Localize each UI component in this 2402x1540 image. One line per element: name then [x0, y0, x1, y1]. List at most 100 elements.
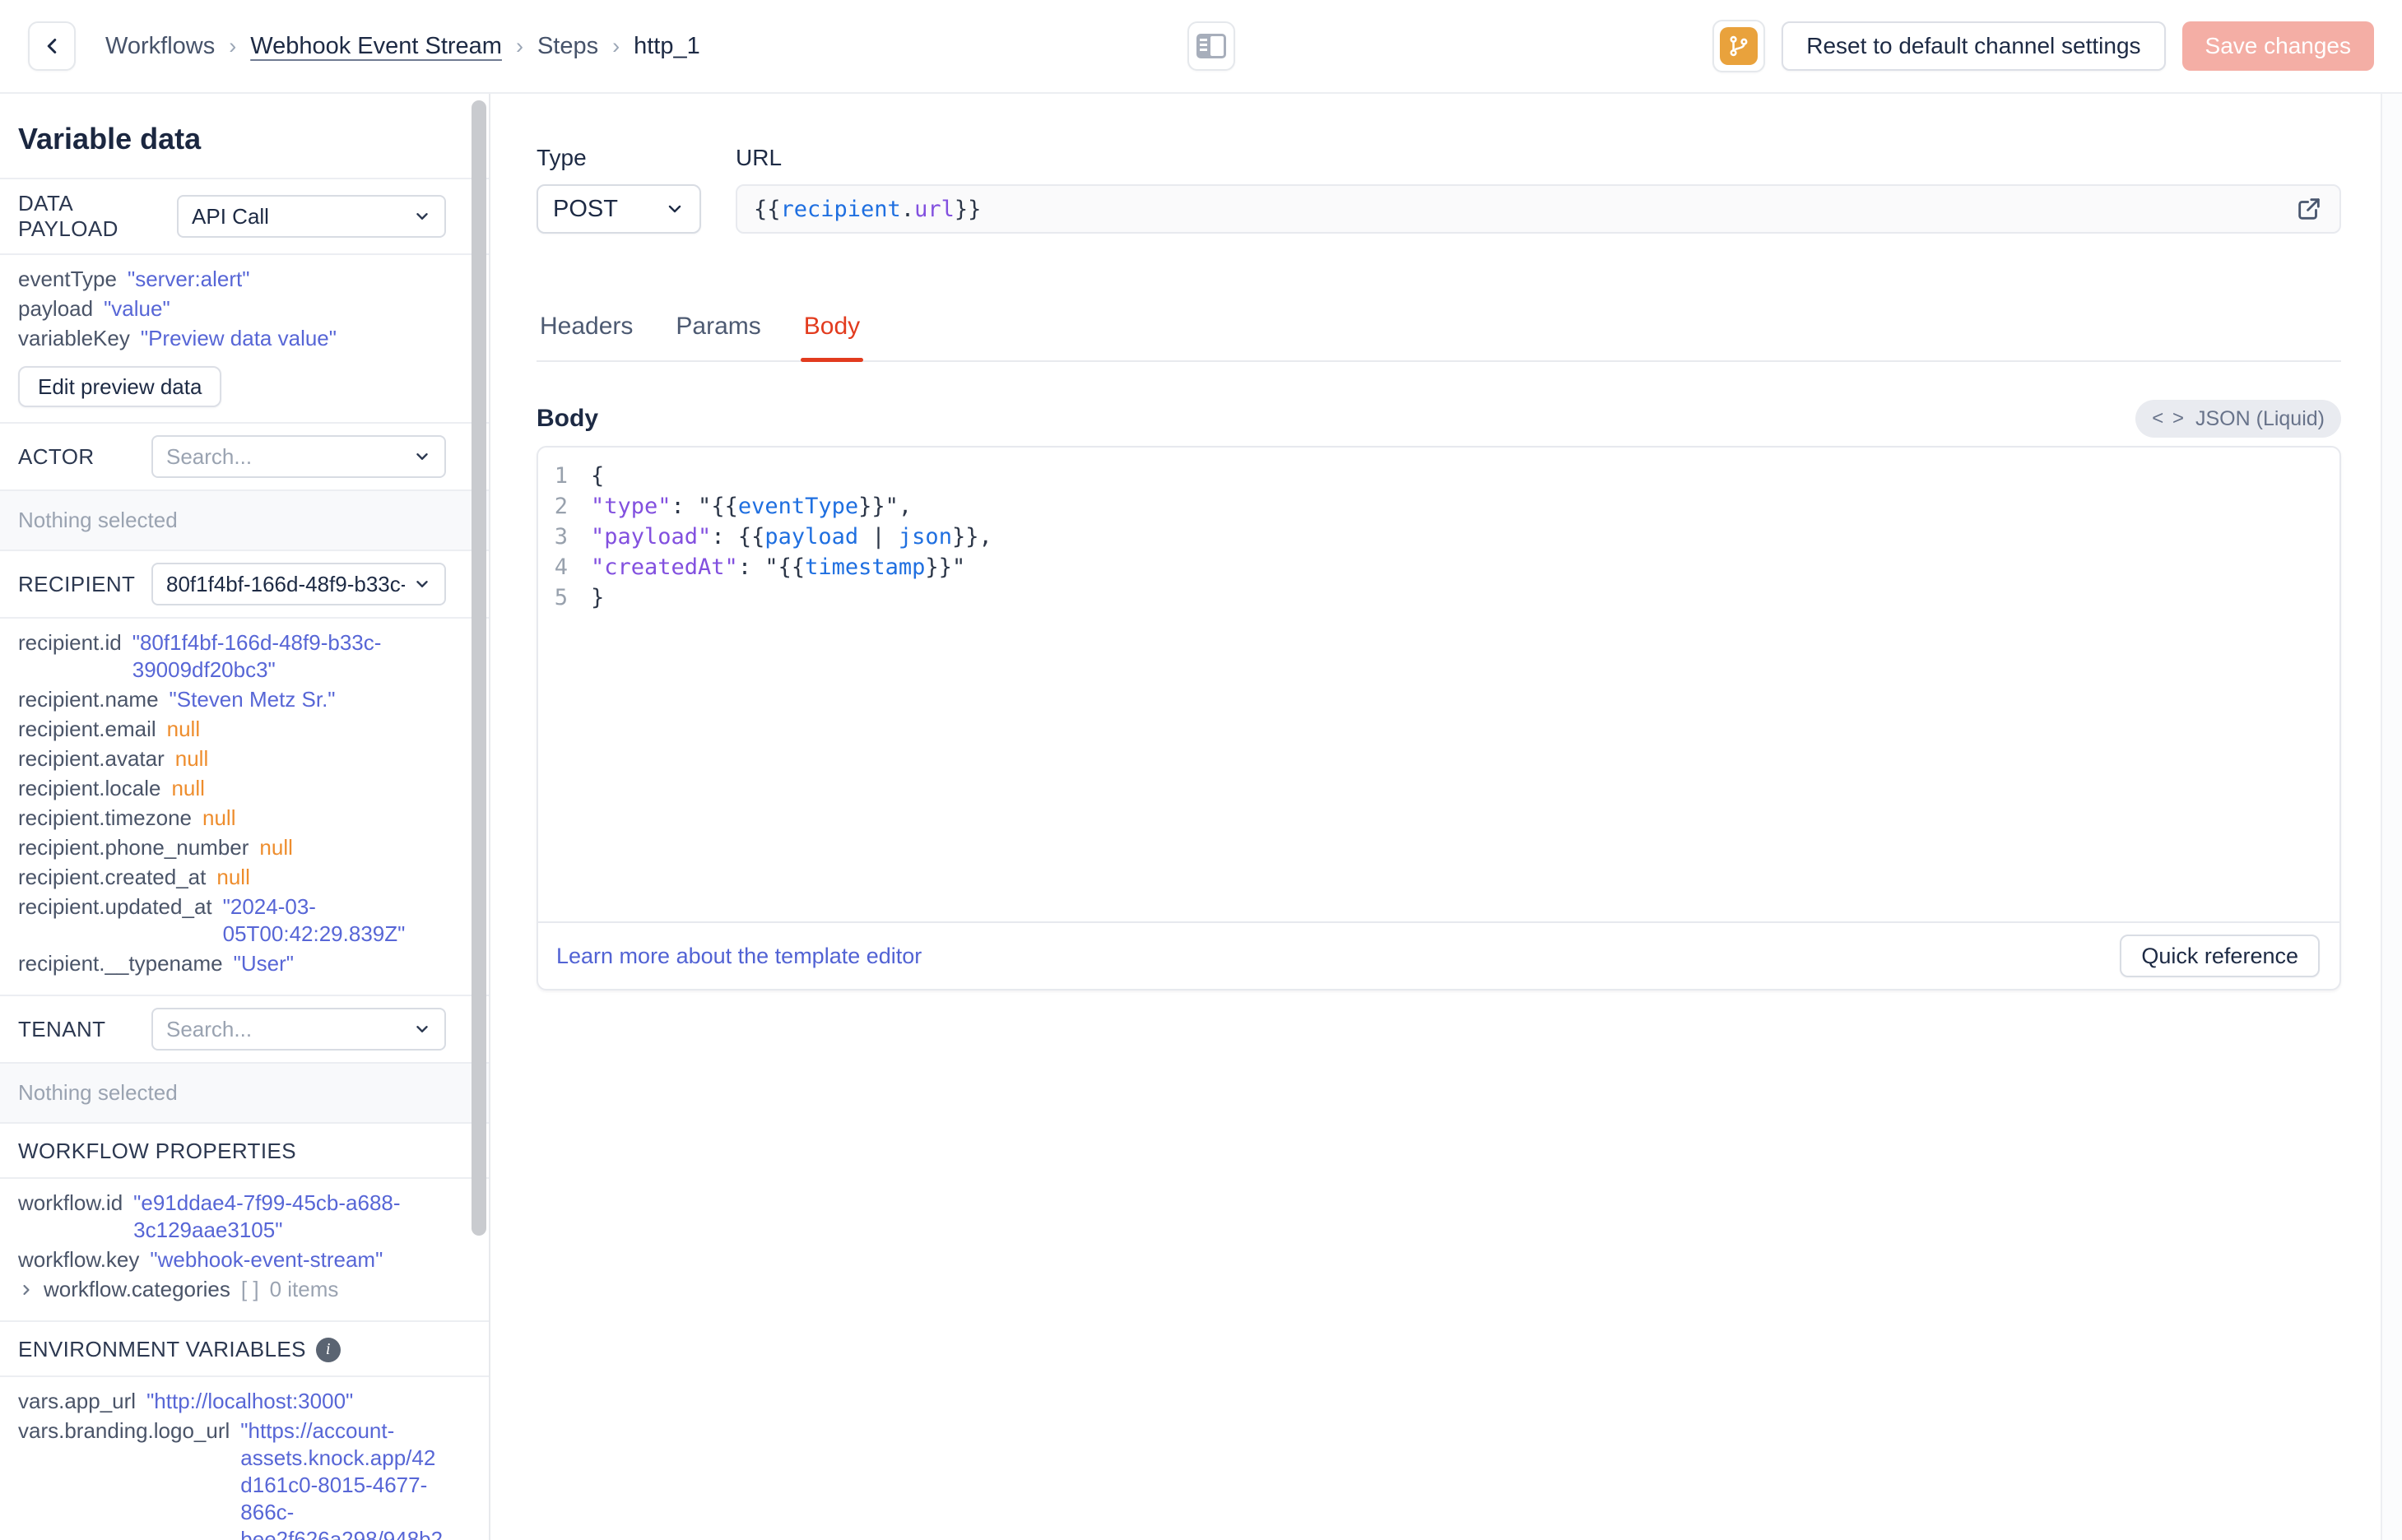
actor-empty-state: Nothing selected [0, 491, 489, 551]
kv-key: recipient.created_at [18, 865, 207, 889]
kv-key: workflow.id [18, 1190, 123, 1215]
sidebar-toggle-button[interactable] [1187, 21, 1235, 71]
kv-row: payload "value" [18, 295, 446, 322]
kv-value: "User" [233, 951, 294, 976]
commit-changes-button[interactable] [1712, 20, 1766, 72]
kv-row: variableKey "Preview data value" [18, 325, 446, 352]
http-method-selected: POST [553, 195, 618, 222]
breadcrumb: Workflows › Webhook Event Stream › Steps… [105, 33, 700, 60]
recipient-fields-section: recipient.id "80f1f4bf-166d-48f9-b33c-39… [0, 619, 489, 996]
payload-fields-list: eventType "server:alert" payload "value"… [18, 266, 446, 352]
http-method-select[interactable]: POST [537, 184, 701, 234]
tab-params[interactable]: Params [672, 313, 764, 360]
line-number: 2 [554, 494, 568, 519]
topbar-actions: Reset to default channel settings Save c… [1712, 20, 2374, 72]
kv-value: "webhook-event-stream" [150, 1247, 383, 1272]
git-branch-icon [1727, 35, 1750, 58]
info-icon[interactable]: i [315, 1337, 341, 1362]
line-number: 3 [554, 524, 568, 550]
payload-fields-section: eventType "server:alert" payload "value"… [0, 255, 489, 424]
line-number: 5 [554, 585, 568, 610]
kv-value: "80f1f4bf-166d-48f9-b33c-39009df20bc3" [132, 630, 382, 682]
kv-key: recipient.__typename [18, 951, 223, 976]
kv-row: workflow.id "e91ddae4-7f99-45cb-a688-3c1… [18, 1190, 446, 1244]
kv-value: "Preview data value" [140, 326, 337, 350]
kv-row: workflow.key "webhook-event-stream" [18, 1246, 446, 1273]
variable-data-sidebar: Variable data DATA PAYLOAD API Call even… [0, 94, 490, 1540]
language-badge-label: JSON (Liquid) [2195, 406, 2325, 430]
url-input[interactable]: {{recipient.url}} [736, 184, 2341, 234]
tab-body[interactable]: Body [800, 313, 864, 362]
body-editor-section: Body < > JSON (Liquid) 1 {2 "type": "{{… [537, 400, 2341, 990]
kv-key: recipient.phone_number [18, 835, 249, 860]
code-line: 2 "type": "{{eventType}}", [538, 491, 2339, 522]
type-label: Type [537, 145, 587, 170]
actor-label: ACTOR [18, 443, 95, 469]
environment-variables-header-section: ENVIRONMENT VARIABLES i [0, 1322, 489, 1377]
url-label: URL [736, 145, 783, 170]
caret-right-icon [18, 1282, 35, 1298]
breadcrumb-workflow-name[interactable]: Webhook Event Stream [250, 33, 502, 60]
workflow-fields-list: workflow.id "e91ddae4-7f99-45cb-a688-3c1… [18, 1190, 446, 1273]
kv-key: vars.app_url [18, 1389, 137, 1413]
reset-channel-settings-button[interactable]: Reset to default channel settings [1782, 21, 2166, 71]
kv-value: "http://localhost:3000" [146, 1389, 354, 1413]
kv-key: recipient.locale [18, 776, 161, 800]
main-scroll-gutter[interactable] [2382, 94, 2402, 1540]
kv-key: recipient.timezone [18, 805, 192, 830]
sidebar-scrollbar-thumb[interactable] [472, 100, 486, 1236]
breadcrumb-separator: › [229, 33, 237, 58]
kv-key: recipient.email [18, 717, 156, 741]
kv-row: vars.branding.logo_url "https://account-… [18, 1417, 446, 1540]
body-heading: Body [537, 405, 598, 432]
page-layout: Variable data DATA PAYLOAD API Call even… [0, 94, 2402, 1540]
workflow-fields-section: workflow.id "e91ddae4-7f99-45cb-a688-3c1… [0, 1179, 489, 1322]
save-changes-button[interactable]: Save changes [2181, 21, 2374, 71]
kv-row: recipient.timezone null [18, 805, 446, 832]
actor-search-select[interactable]: Search... [151, 435, 446, 478]
language-badge: < > JSON (Liquid) [2135, 400, 2341, 438]
recipient-select[interactable]: 80f1f4bf-166d-48f9-b33c-39009df20bc3 [151, 563, 446, 605]
kv-value: null [216, 865, 250, 889]
uncommitted-changes-badge [1720, 27, 1759, 65]
code-icon: < > [2152, 407, 2186, 429]
env-fields-list: vars.app_url "http://localhost:3000" var… [18, 1388, 446, 1540]
chevron-down-icon [413, 207, 431, 225]
line-number: 1 [554, 463, 568, 489]
kv-row: recipient.avatar null [18, 745, 446, 772]
code-line: 5 } [538, 582, 2339, 613]
breadcrumb-separator: › [515, 33, 523, 58]
kv-value: "e91ddae4-7f99-45cb-a688-3c129aae3105" [133, 1190, 401, 1242]
learn-more-link[interactable]: Learn more about the template editor [556, 944, 922, 969]
breadcrumb-workflows[interactable]: Workflows [105, 33, 215, 60]
data-payload-row: DATA PAYLOAD API Call [0, 179, 489, 255]
chevron-down-icon [665, 199, 685, 219]
workflow-properties-header: WORKFLOW PROPERTIES [18, 1139, 296, 1163]
code-text: } [591, 585, 605, 610]
url-value: {{recipient.url}} [754, 196, 982, 222]
external-link-icon[interactable] [2295, 195, 2323, 223]
kv-value: null [174, 746, 209, 771]
step-editor-main: Type POST URL {{recipient.url}} Headers … [490, 94, 2402, 1540]
kv-value: "value" [104, 296, 170, 321]
recipient-selected: 80f1f4bf-166d-48f9-b33c-39009df20bc3 [166, 571, 405, 596]
quick-reference-button[interactable]: Quick reference [2120, 935, 2320, 977]
tenant-search-placeholder: Search... [166, 1016, 253, 1041]
edit-preview-data-button[interactable]: Edit preview data [18, 366, 222, 407]
back-button[interactable] [28, 21, 76, 71]
tenant-search-select[interactable]: Search... [151, 1008, 446, 1051]
chevron-down-icon [413, 448, 431, 466]
workflow-categories-row[interactable]: workflow.categories [ ] 0 items [18, 1276, 446, 1303]
kv-row: recipient.phone_number null [18, 834, 446, 861]
item-count: 0 items [269, 1277, 339, 1301]
tenant-row: TENANT Search... [0, 996, 489, 1064]
tab-headers[interactable]: Headers [537, 313, 636, 360]
data-payload-select[interactable]: API Call [177, 195, 446, 238]
kv-row: recipient.locale null [18, 775, 446, 802]
tenant-label: TENANT [18, 1016, 106, 1041]
data-payload-selected: API Call [192, 203, 269, 229]
breadcrumb-steps[interactable]: Steps [537, 33, 598, 60]
kv-key: workflow.key [18, 1247, 140, 1272]
environment-variables-header: ENVIRONMENT VARIABLES [18, 1337, 306, 1361]
code-editor[interactable]: 1 { 2 "type": "{{eventType}}", 3 "payloa… [538, 448, 2339, 921]
